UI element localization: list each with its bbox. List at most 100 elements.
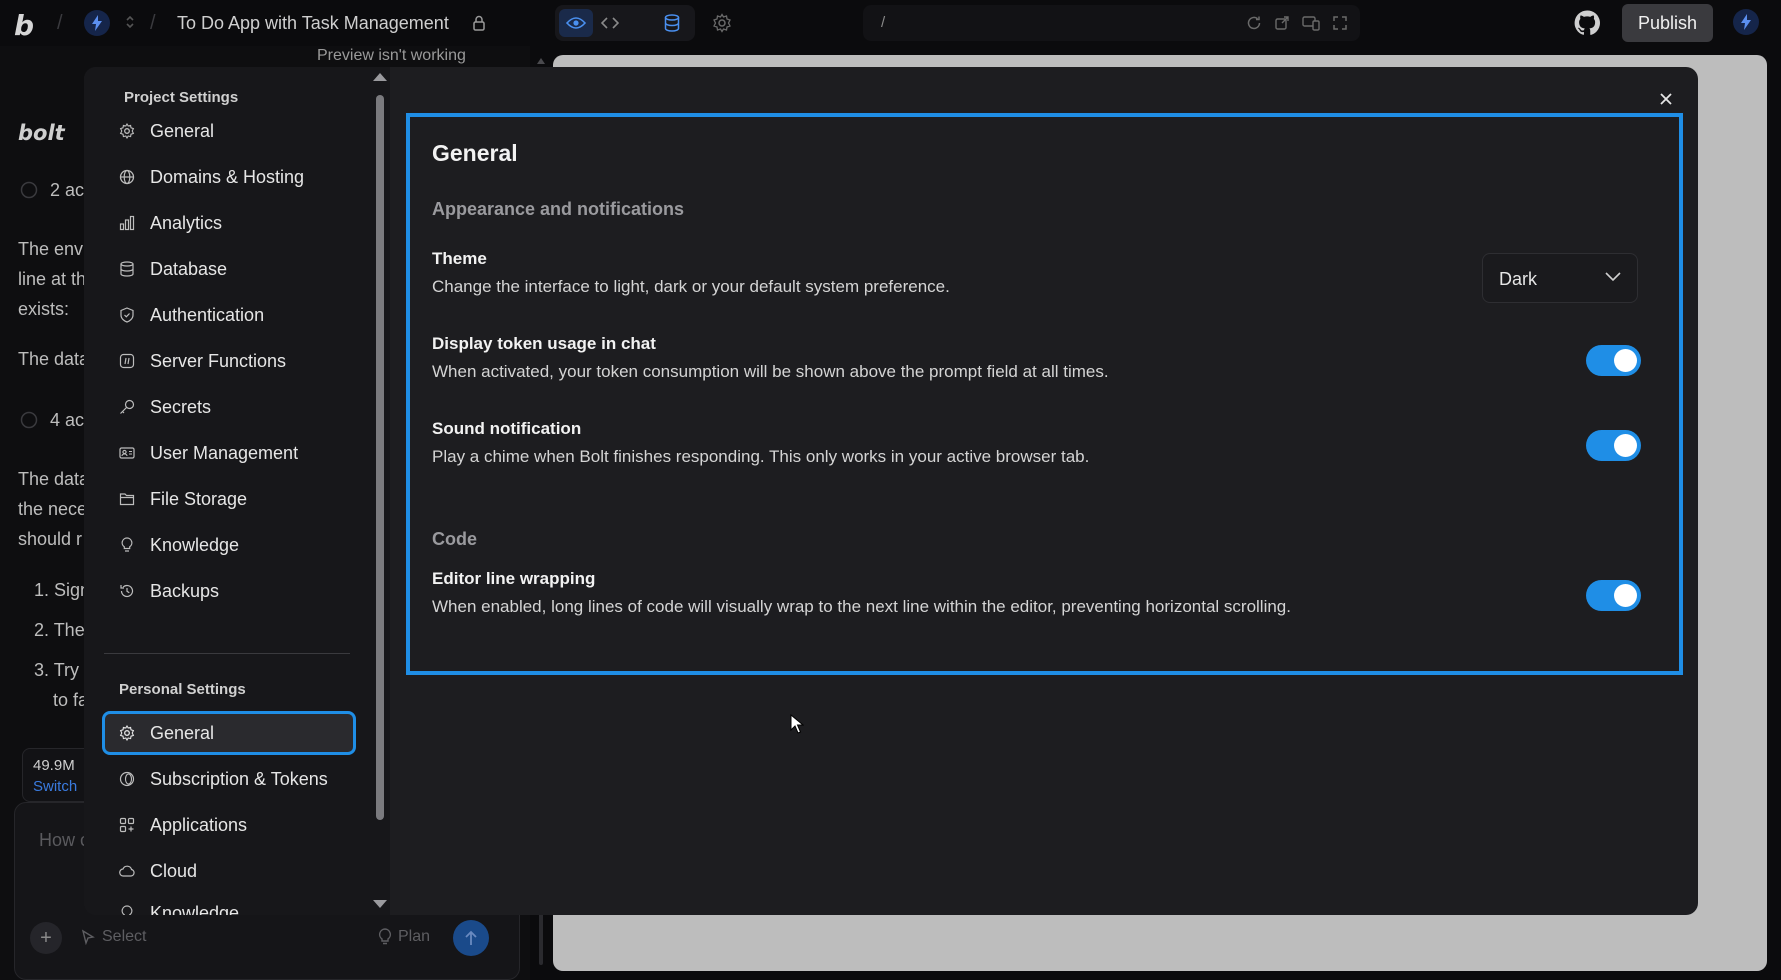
- line-wrap-title: Editor line wrapping: [432, 569, 596, 588]
- code-icon[interactable]: [593, 9, 627, 37]
- theme-title: Theme: [432, 249, 487, 268]
- sidebar-item-knowledge[interactable]: Knowledge: [104, 525, 354, 565]
- step-circle-icon: [20, 181, 38, 199]
- bolt-icon[interactable]: [84, 10, 110, 36]
- sidebar-item-label: Domains & Hosting: [150, 166, 305, 187]
- settings-sidebar: Project Settings General Domains & Hosti…: [84, 67, 390, 915]
- chat-line: 2 ac: [50, 180, 85, 200]
- separator: /: [57, 12, 63, 34]
- sidebar-item-cloud[interactable]: Cloud: [104, 851, 354, 891]
- close-icon[interactable]: [1656, 89, 1676, 109]
- sidebar-item-label: Subscription & Tokens: [150, 768, 328, 789]
- separator: /: [150, 12, 156, 34]
- shield-icon: [118, 306, 136, 324]
- github-icon[interactable]: [1574, 10, 1600, 36]
- sidebar-item-label: General: [150, 722, 215, 743]
- line-wrap-toggle[interactable]: [1586, 580, 1641, 611]
- folder-icon: [118, 490, 136, 508]
- select-button[interactable]: Select: [80, 928, 146, 946]
- chat-line: 3. Try: [34, 660, 80, 680]
- sidebar-item-label: Knowledge: [150, 534, 240, 555]
- bar-chart-icon: [118, 214, 136, 232]
- sidebar-divider: [104, 653, 350, 654]
- url-bar[interactable]: /: [863, 5, 1360, 41]
- url-path[interactable]: /: [881, 14, 885, 31]
- chat-line: 4 ac: [50, 410, 85, 430]
- chat-line: the nece: [18, 499, 88, 519]
- section-appearance: Appearance and notifications: [432, 199, 685, 219]
- sidebar-item-secrets[interactable]: Secrets: [104, 387, 354, 427]
- sidebar-item-user-management[interactable]: User Management: [104, 433, 354, 473]
- project-title[interactable]: To Do App with Task Management: [177, 13, 449, 34]
- mouse-cursor-icon: [790, 714, 804, 734]
- plan-button[interactable]: Plan: [378, 928, 430, 946]
- sidebar-item-label: Database: [150, 258, 228, 279]
- sidebar-item-file-storage[interactable]: File Storage: [104, 479, 354, 519]
- add-attachment-button[interactable]: +: [30, 922, 62, 954]
- sidebar-item-applications[interactable]: Applications: [104, 805, 354, 845]
- sidebar-item-subscription-tokens[interactable]: Subscription & Tokens: [104, 759, 354, 799]
- lightbulb-icon: [118, 904, 136, 915]
- publish-button[interactable]: Publish: [1622, 4, 1713, 42]
- sidebar-item-label: Cloud: [150, 860, 198, 881]
- devices-icon[interactable]: [1302, 15, 1320, 31]
- sidebar-item-general[interactable]: General: [104, 111, 354, 151]
- sidebar-item-personal-general[interactable]: General: [102, 711, 356, 755]
- sidebar-item-analytics[interactable]: Analytics: [104, 203, 354, 243]
- project-settings-heading: Project Settings: [124, 89, 239, 106]
- lightbulb-icon: [378, 928, 392, 945]
- send-button[interactable]: [453, 920, 489, 956]
- lightbulb-icon: [118, 536, 136, 554]
- chat-line: The data: [18, 469, 90, 489]
- chat-line: The env: [18, 239, 84, 259]
- scroll-down-arrow-icon[interactable]: [373, 900, 387, 908]
- scroll-up-arrow-icon[interactable]: [373, 73, 387, 81]
- prompt-placeholder[interactable]: How c: [39, 830, 89, 851]
- toggle-knob: [1614, 349, 1637, 372]
- chat-line: line at th: [18, 269, 87, 289]
- bolt-account-icon[interactable]: [1733, 9, 1759, 35]
- tokens-value: 49.9M: [33, 757, 75, 774]
- reload-icon[interactable]: [1246, 15, 1262, 31]
- database-icon[interactable]: [655, 9, 689, 37]
- sidebar-item-server-functions[interactable]: Server Functions: [104, 341, 354, 381]
- database-icon: [118, 260, 136, 278]
- select-pointer-icon: [81, 929, 95, 945]
- switch-link[interactable]: Switch: [33, 778, 77, 795]
- theme-select[interactable]: Dark: [1482, 253, 1638, 303]
- history-icon: [118, 582, 136, 600]
- token-usage-toggle[interactable]: [1586, 345, 1641, 376]
- globe-icon: [118, 168, 136, 186]
- sidebar-item-label: Authentication: [150, 304, 265, 325]
- settings-modal: Project Settings General Domains & Hosti…: [84, 67, 1698, 915]
- sound-toggle[interactable]: [1586, 430, 1641, 461]
- chat-line: to fa: [53, 690, 89, 710]
- settings-gear-icon[interactable]: [712, 13, 732, 33]
- sidebar-item-domains-hosting[interactable]: Domains & Hosting: [104, 157, 354, 197]
- sidebar-item-authentication[interactable]: Authentication: [104, 295, 354, 335]
- scroll-thumb[interactable]: [376, 95, 384, 820]
- gear-icon: [118, 724, 136, 742]
- token-usage-description: When activated, your token consumption w…: [432, 362, 1109, 381]
- sidebar-item-database[interactable]: Database: [104, 249, 354, 289]
- id-card-icon: [118, 444, 136, 462]
- key-icon: [118, 398, 136, 416]
- bolt-logo[interactable]: b: [14, 9, 34, 42]
- external-link-icon[interactable]: [1274, 15, 1290, 31]
- lock-icon: [472, 15, 486, 31]
- sidebar-item-label: General: [150, 120, 215, 141]
- sidebar-item-personal-knowledge[interactable]: Knowledge: [104, 893, 354, 915]
- sidebar-item-label: Secrets: [150, 396, 212, 417]
- chat-line: 1. Sign: [34, 580, 91, 600]
- chevron-updown-icon[interactable]: [124, 14, 136, 30]
- apps-icon: [118, 816, 136, 834]
- sidebar-item-label: Knowledge: [150, 902, 240, 916]
- sidebar-scrollbar[interactable]: [370, 67, 390, 915]
- line-wrap-description: When enabled, long lines of code will vi…: [432, 597, 1291, 616]
- preview-note[interactable]: Preview isn't working: [317, 47, 466, 65]
- preview-eye-icon[interactable]: [559, 9, 593, 37]
- step-circle-icon: [20, 411, 38, 429]
- sidebar-item-backups[interactable]: Backups: [104, 571, 354, 611]
- fullscreen-icon[interactable]: [1332, 15, 1348, 31]
- select-label: Select: [102, 928, 147, 945]
